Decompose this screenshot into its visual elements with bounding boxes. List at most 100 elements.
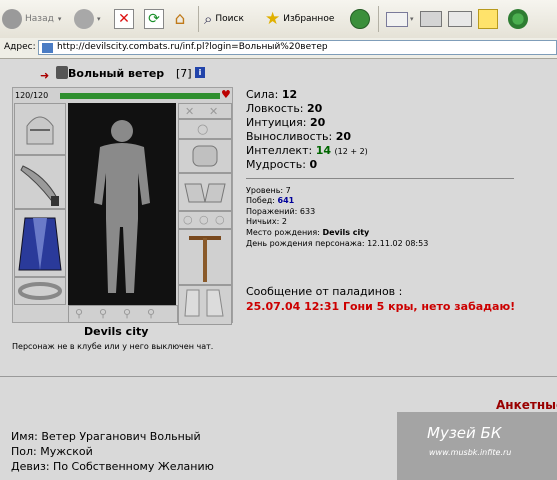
watermark: Музей БК www.musbk.infite.ru: [397, 412, 557, 480]
character-silhouette: [94, 120, 150, 293]
forward-button[interactable]: ▾: [74, 6, 101, 32]
belt-icon: [18, 282, 62, 300]
pocket-icon: ⚲: [75, 307, 84, 320]
pocket-slots[interactable]: ⚲ ⚲ ⚲ ⚲: [68, 305, 178, 323]
discuss-button[interactable]: [478, 6, 498, 32]
earring-slots[interactable]: ✕ ✕: [178, 103, 232, 119]
refresh-icon: ⟳: [144, 9, 164, 29]
bracer-icon: [192, 145, 218, 167]
cloak-icon: [18, 217, 62, 271]
boots-slot[interactable]: [178, 285, 232, 325]
toolbar-separator: [378, 6, 379, 32]
ring-icon: ○: [183, 213, 193, 226]
ring-icon: ○: [215, 213, 225, 226]
section-divider: [0, 376, 557, 377]
page-icon: [42, 43, 53, 53]
heart-icon: ♥: [221, 88, 231, 101]
info-wins: Побед: 641: [246, 196, 295, 205]
edit-button[interactable]: [448, 6, 472, 32]
anketa-name: Имя: Ветер Ураганович Вольный: [11, 430, 201, 443]
crutch-icon: [189, 236, 221, 282]
hp-bar: [60, 93, 220, 99]
star-icon: ★: [265, 9, 281, 29]
browser-toolbar: Назад ▾ ▾ ✕ ⟳ ⌂ ⌕ Поиск ★ Избранное ▾: [0, 0, 557, 39]
stop-icon: ✕: [114, 9, 134, 29]
message-title: Сообщение от паладинов :: [246, 285, 403, 298]
info-icon[interactable]: i: [195, 67, 205, 78]
stat-intellect: Интеллект: 14 (12 + 2): [246, 144, 368, 157]
chevron-down-icon[interactable]: ▾: [410, 15, 414, 23]
info-birthday: День рождения персонажа: 12.11.02 08:53: [246, 239, 429, 248]
mail-button[interactable]: ▾: [386, 6, 414, 32]
forward-arrow-icon: [74, 9, 94, 29]
stat-endurance: Выносливость: 20: [246, 130, 352, 143]
pocket-icon: ⚲: [99, 307, 108, 320]
cloak-slot[interactable]: [14, 209, 66, 277]
stat-intuition: Интуиция: 20: [246, 116, 326, 129]
history-icon: [350, 9, 370, 29]
gloves-icon: [184, 183, 226, 203]
print-button[interactable]: [420, 6, 442, 32]
printer-icon: [420, 11, 442, 27]
gloves-slot[interactable]: [178, 173, 232, 211]
dagger-icon: [20, 165, 59, 206]
info-losses: Поражений: 633: [246, 207, 316, 216]
ring-slots[interactable]: ○ ○ ○: [178, 211, 232, 229]
message-text: 25.07.04 12:31 Гони 5 кры, нето забадаю!: [246, 300, 516, 313]
clan-icon: [56, 66, 68, 79]
earring-icon: ✕: [185, 105, 195, 118]
character-level: [7]: [176, 67, 192, 80]
home-button[interactable]: ⌂: [170, 6, 190, 32]
shield-slot[interactable]: [178, 229, 232, 285]
boots-icon: [184, 289, 224, 317]
stat-wisdom: Мудрость: 0: [246, 158, 318, 171]
messenger-button[interactable]: [508, 6, 528, 32]
status-note: Персонаж не в клубе или у него выключен …: [12, 342, 214, 351]
search-icon: ⌕: [204, 10, 213, 28]
helmet-icon: [26, 116, 54, 145]
search-button[interactable]: ⌕ Поиск: [204, 6, 244, 32]
info-draws: Ничьих: 2: [246, 217, 287, 226]
bracer-slot[interactable]: [178, 139, 232, 173]
hp-text: 120/120: [15, 91, 49, 100]
character-city: Devils city: [84, 325, 149, 338]
anketa-heading: Анкетные: [496, 398, 557, 412]
helmet-slot[interactable]: [14, 103, 66, 155]
home-icon: ⌂: [174, 9, 186, 29]
edit-icon: [448, 11, 472, 27]
pocket-icon: ⚲: [147, 307, 156, 320]
address-label: Адрес:: [4, 42, 36, 52]
stop-button[interactable]: ✕: [114, 6, 134, 32]
pocket-icon: ⚲: [123, 307, 132, 320]
character-name: Вольный ветер: [68, 67, 165, 80]
arrow-icon: ➜: [40, 69, 50, 82]
chevron-down-icon[interactable]: ▾: [97, 15, 101, 23]
history-button[interactable]: [350, 6, 370, 32]
back-arrow-icon: [2, 9, 22, 29]
stat-agility: Ловкость: 20: [246, 102, 323, 115]
chevron-down-icon[interactable]: ▾: [58, 15, 62, 23]
earring-icon: ✕: [209, 105, 219, 118]
info-level: Уровень: 7: [246, 186, 291, 195]
address-input[interactable]: http://devilscity.combats.ru/inf.pl?logi…: [38, 40, 557, 55]
note-icon: [478, 9, 498, 29]
amulet-icon: ○: [197, 122, 209, 137]
info-birthplace: Место рождения: Devils city: [246, 228, 370, 237]
weapon-slot[interactable]: [14, 155, 66, 209]
anketa-sex: Пол: Мужской: [11, 445, 93, 458]
amulet-slot[interactable]: ○: [178, 119, 232, 139]
belt-slot[interactable]: [14, 277, 66, 305]
character-avatar: [68, 103, 176, 305]
toolbar-separator: [198, 6, 199, 32]
refresh-button[interactable]: ⟳: [144, 6, 164, 32]
favorites-button[interactable]: ★ Избранное: [265, 6, 334, 32]
ring-icon: ○: [199, 213, 209, 226]
address-url: http://devilscity.combats.ru/inf.pl?logi…: [57, 42, 328, 52]
anketa-motto: Девиз: По Собственному Желанию: [11, 460, 214, 473]
stat-strength: Сила: 12: [246, 88, 298, 101]
back-button[interactable]: Назад ▾: [2, 6, 61, 32]
address-bar: Адрес: http://devilscity.combats.ru/inf.…: [0, 38, 557, 59]
divider: [246, 178, 514, 179]
messenger-icon: [508, 9, 528, 29]
mail-icon: [386, 11, 408, 27]
